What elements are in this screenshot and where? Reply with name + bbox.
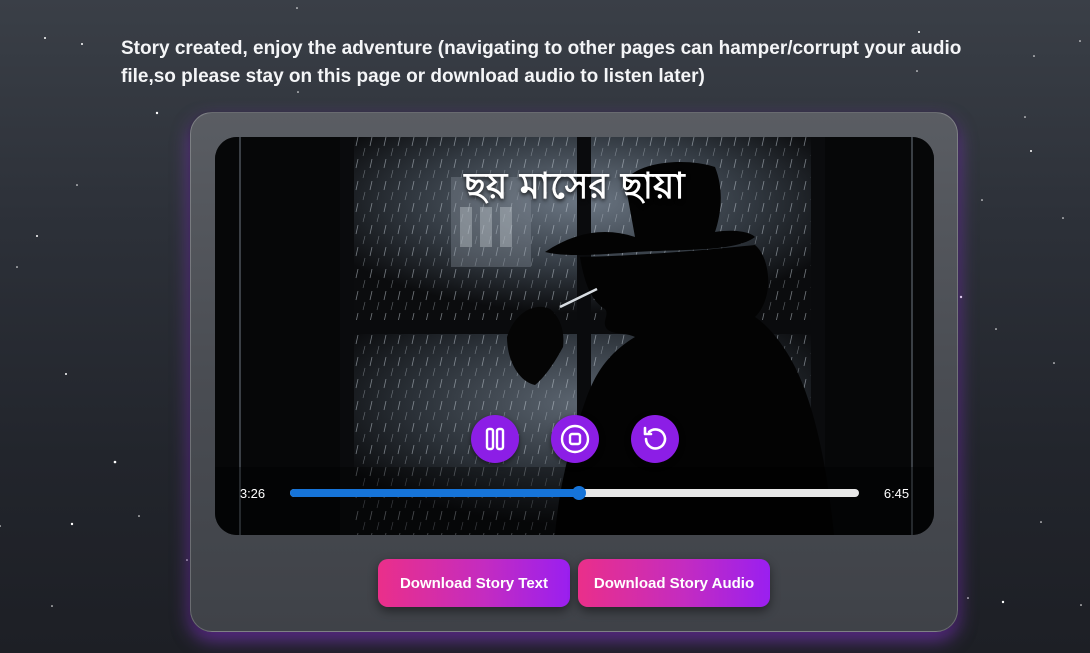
restart-button[interactable] xyxy=(630,415,679,463)
download-story-text-button[interactable]: Download Story Text xyxy=(378,559,570,607)
seek-slider-fill xyxy=(290,489,580,497)
player-card: ছয় মাসের ছায়া 3:26 6:45 Download Story… xyxy=(190,112,958,632)
playback-controls xyxy=(215,415,934,463)
download-buttons: Download Story Text Download Story Audio xyxy=(191,559,957,607)
story-player: ছয় মাসের ছায়া 3:26 6:45 xyxy=(215,137,934,535)
total-time: 6:45 xyxy=(883,485,910,501)
seek-slider-thumb[interactable] xyxy=(572,486,587,500)
download-story-audio-button[interactable]: Download Story Audio xyxy=(578,559,770,607)
story-title: ছয় মাসের ছায়া xyxy=(464,166,685,207)
pause-icon xyxy=(485,427,504,451)
restart-icon xyxy=(643,426,666,450)
story-created-message: Story created, enjoy the adventure (navi… xyxy=(121,38,962,87)
progress-bar-row: 3:26 6:45 xyxy=(215,475,934,511)
stop-button[interactable] xyxy=(550,415,599,463)
stop-icon xyxy=(560,424,589,454)
seek-slider[interactable] xyxy=(290,486,859,500)
current-time: 3:26 xyxy=(239,485,266,501)
pause-button[interactable] xyxy=(470,415,519,463)
